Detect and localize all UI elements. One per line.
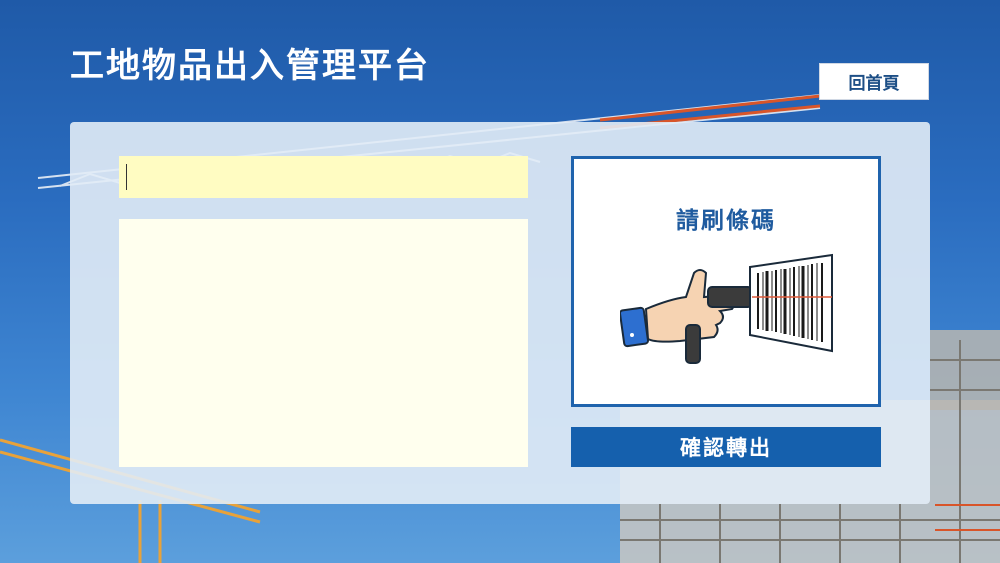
barcode-input[interactable] <box>119 156 528 198</box>
scanned-items-list[interactable] <box>119 219 528 467</box>
scan-prompt-box: 請刷條碼 <box>571 156 881 407</box>
scan-prompt-label: 請刷條碼 <box>676 208 776 234</box>
page-title: 工地物品出入管理平台 <box>70 46 430 86</box>
text-caret <box>126 164 127 190</box>
home-button[interactable]: 回首頁 <box>819 63 929 100</box>
barcode-scanner-icon <box>618 251 840 385</box>
confirm-checkout-button[interactable]: 確認轉出 <box>571 427 881 467</box>
